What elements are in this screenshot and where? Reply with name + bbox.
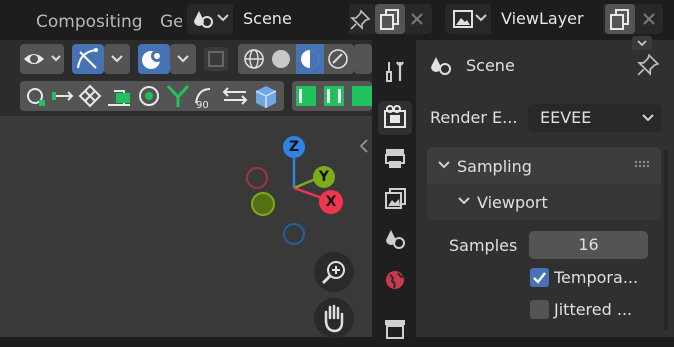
material-preview-button[interactable] bbox=[296, 44, 325, 74]
zoom-button[interactable] bbox=[314, 252, 354, 292]
eye-icon bbox=[24, 54, 61, 64]
drag-handle-icon[interactable] bbox=[634, 160, 652, 168]
panel-expand-icon[interactable] bbox=[632, 36, 652, 50]
render-engine-label: Render E... bbox=[430, 108, 518, 127]
gizmo-x-label: X bbox=[325, 194, 337, 210]
close-icon[interactable] bbox=[409, 11, 425, 27]
duplicate-viewlayer-button[interactable] bbox=[605, 4, 635, 34]
gizmo-dropdown[interactable] bbox=[104, 44, 130, 74]
scene-icon bbox=[386, 230, 405, 249]
samples-field[interactable]: 16 bbox=[529, 231, 648, 259]
chevron-down-icon[interactable] bbox=[475, 13, 487, 23]
jittered-label[interactable]: Jittered ... bbox=[554, 300, 632, 319]
sampling-expand-icon[interactable] bbox=[437, 159, 451, 171]
sidebar-collapse-icon[interactable] bbox=[358, 138, 370, 154]
viewlayer-name[interactable]: ViewLayer bbox=[501, 4, 584, 34]
gizmo-icon bbox=[77, 48, 98, 69]
gizmo-y-axis[interactable]: Y bbox=[313, 166, 335, 188]
samples-label: Samples bbox=[449, 236, 518, 255]
svg-text:90: 90 bbox=[196, 100, 209, 111]
tab-compositing[interactable]: Compositing bbox=[36, 6, 143, 38]
gizmo-x-axis[interactable]: X bbox=[319, 190, 343, 214]
solid-shading-button[interactable] bbox=[267, 44, 296, 74]
temporal-checkbox[interactable] bbox=[530, 268, 549, 287]
render-engine-value: EEVEE bbox=[540, 108, 592, 127]
image-icon[interactable] bbox=[453, 10, 473, 28]
close-icon[interactable] bbox=[641, 11, 657, 27]
snapping-tools-group: 90 bbox=[20, 81, 284, 111]
world-icon bbox=[386, 271, 404, 289]
hand-icon bbox=[324, 304, 344, 333]
tab-tool[interactable] bbox=[378, 54, 412, 88]
tab-world[interactable] bbox=[378, 263, 412, 297]
tool-icon bbox=[386, 61, 404, 82]
viewport-subpanel-title[interactable]: Viewport bbox=[477, 193, 548, 212]
chevron-down-icon[interactable] bbox=[217, 13, 229, 23]
visibility-dropdown[interactable] bbox=[20, 44, 64, 74]
overlays-dropdown[interactable] bbox=[170, 44, 196, 74]
wireframe-shading-button[interactable] bbox=[238, 44, 267, 74]
tab-output[interactable] bbox=[378, 141, 412, 175]
scene-name[interactable]: Scene bbox=[243, 4, 292, 34]
viewlayer-selector[interactable]: ViewLayer bbox=[445, 4, 663, 34]
keying-group bbox=[292, 81, 372, 111]
jittered-checkbox[interactable] bbox=[530, 300, 549, 319]
zoom-icon bbox=[321, 261, 345, 285]
checkmark-icon bbox=[533, 272, 546, 284]
properties-scrollbar[interactable] bbox=[664, 150, 668, 330]
duplicate-scene-button[interactable] bbox=[375, 4, 405, 34]
xray-icon bbox=[208, 51, 224, 67]
tab-collection[interactable] bbox=[378, 313, 412, 347]
gizmo-y-label: Y bbox=[318, 169, 330, 185]
xray-toggle-button[interactable] bbox=[204, 47, 228, 71]
scene-selector[interactable]: Scene bbox=[187, 4, 432, 34]
pin-icon[interactable] bbox=[636, 53, 660, 77]
overlays-toggle-button[interactable] bbox=[138, 44, 170, 74]
render-engine-dropdown[interactable]: EEVEE bbox=[528, 104, 662, 132]
collection-icon bbox=[385, 320, 405, 339]
temporal-label[interactable]: Tempora... bbox=[554, 268, 638, 287]
shading-dropdown[interactable] bbox=[354, 44, 372, 74]
duplicate-icon bbox=[380, 9, 399, 30]
gizmo-toggle-button[interactable] bbox=[72, 44, 104, 74]
tab-scene[interactable] bbox=[378, 222, 412, 256]
samples-value: 16 bbox=[578, 235, 599, 254]
scene-header-icon bbox=[428, 54, 454, 78]
view-layer-icon bbox=[385, 188, 406, 209]
viewport-expand-icon[interactable] bbox=[457, 195, 471, 207]
output-icon bbox=[385, 149, 405, 168]
tab-partial[interactable]: Ge bbox=[160, 6, 182, 38]
render-icon bbox=[384, 105, 406, 128]
pan-button[interactable] bbox=[314, 298, 354, 338]
tab-render[interactable] bbox=[378, 101, 412, 135]
overlays-icon bbox=[142, 50, 163, 69]
properties-context-title: Scene bbox=[466, 56, 515, 75]
rendered-shading-button[interactable] bbox=[325, 44, 354, 74]
pin-icon[interactable] bbox=[349, 9, 371, 31]
scene-type-icon[interactable] bbox=[193, 9, 215, 29]
gizmo-z-axis[interactable]: Z bbox=[283, 136, 305, 158]
chevron-down-icon bbox=[642, 113, 654, 123]
sampling-header[interactable]: Sampling bbox=[457, 157, 532, 176]
tab-view-layer[interactable] bbox=[378, 182, 412, 216]
duplicate-icon bbox=[610, 9, 629, 30]
gizmo-z-label: Z bbox=[288, 139, 300, 155]
